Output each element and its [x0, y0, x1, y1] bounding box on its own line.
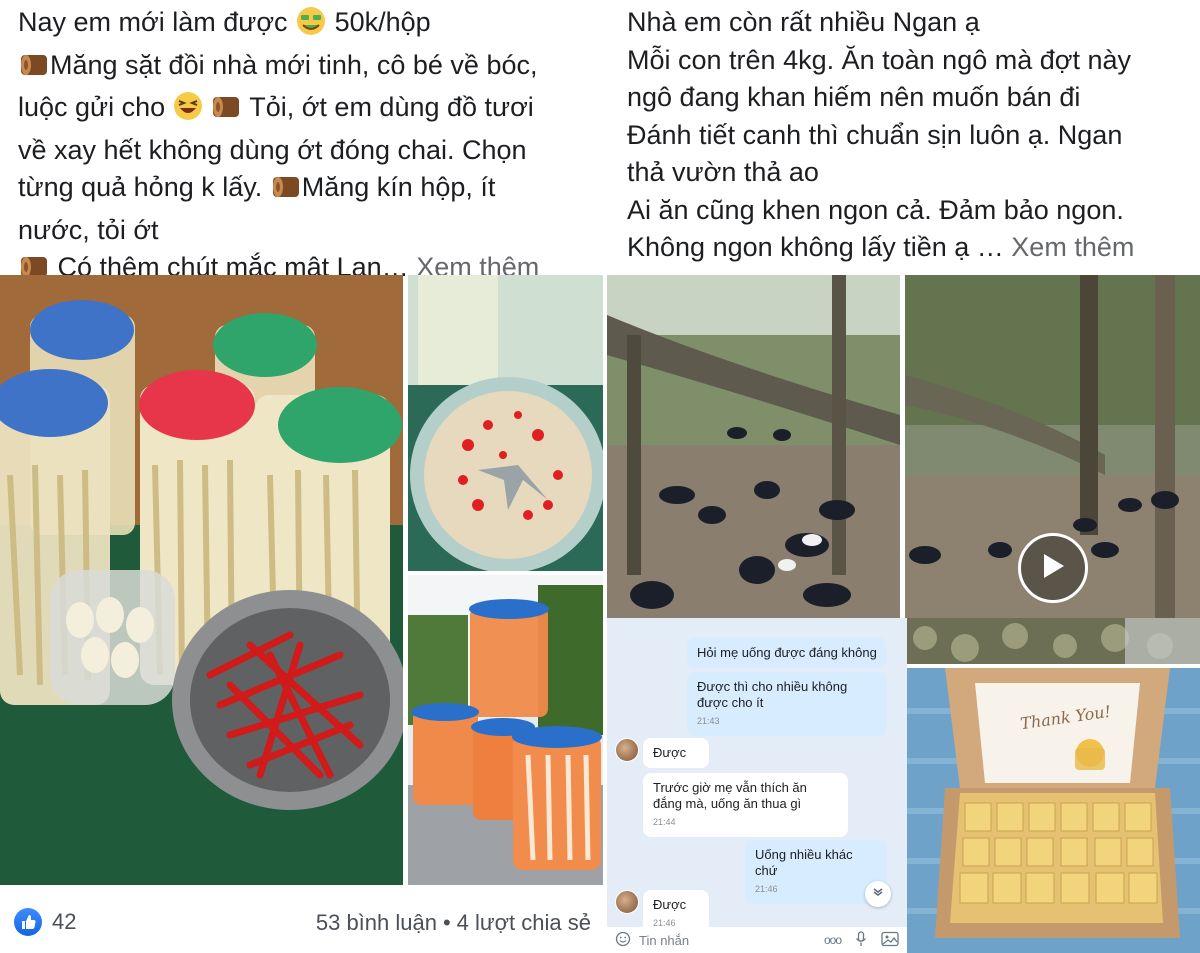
- post-text-line: Không ngon không lấy tiền ạ …: [627, 232, 1004, 262]
- chat-message-text: Được: [653, 745, 687, 760]
- chat-message-text: Được thì cho nhiều không được cho ít: [697, 679, 848, 710]
- photo-bamboo-shoot-jars[interactable]: [408, 575, 603, 885]
- photo-pickle-jars[interactable]: [0, 275, 403, 885]
- photo-ducks-garden[interactable]: [607, 275, 900, 618]
- post-text-line: Mỗi con trên 4kg. Ăn toàn ngô mà đợt này: [627, 44, 1131, 75]
- chat-message-received: Trước giờ mẹ vẫn thích ăn đắng mà, uống …: [643, 773, 848, 837]
- chat-message-text: Được: [653, 897, 687, 912]
- photo-blender-chilli-garlic[interactable]: [408, 275, 603, 571]
- post-text-line: luộc gửi cho: [18, 92, 166, 122]
- right-post: Nhà em còn rất nhiều Ngan ạ Mỗi con trên…: [607, 0, 1200, 953]
- photo-dried-herbs-strip[interactable]: [905, 618, 1200, 664]
- left-post: Nay em mới làm được 50k/hộp Măng sặt đồi…: [0, 0, 603, 953]
- post-text: Nhà em còn rất nhiều Ngan ạ Mỗi con trên…: [627, 4, 1187, 267]
- post-text-line: Đánh tiết canh thì chuẩn sịn luôn ạ. Nga…: [627, 119, 1123, 150]
- chat-message-input[interactable]: Tin nhắn: [639, 933, 824, 948]
- reaction-summary[interactable]: 42: [14, 908, 76, 936]
- wood-log-emoji-icon: [270, 171, 302, 212]
- chat-input-bar[interactable]: Tin nhắn ooo: [607, 927, 907, 953]
- post-text-line: từng quả hỏng k lấy.: [18, 172, 263, 202]
- photo-gift-box[interactable]: Thank You!: [905, 668, 1200, 953]
- post-text-line: Măng kín hộp, ít: [301, 172, 496, 202]
- post-text-line: 50k/hộp: [334, 7, 431, 37]
- shares-count-link[interactable]: 4 lượt chia sẻ: [457, 910, 591, 935]
- money-mouth-emoji-icon: [295, 6, 327, 47]
- chat-message-time: 21:46: [755, 884, 778, 894]
- like-icon: [14, 908, 42, 936]
- post-text-line: Tỏi, ớt em dùng đồ tươi: [249, 92, 534, 122]
- microphone-icon[interactable]: [855, 930, 867, 950]
- post-text-line: Nay em mới làm được: [18, 7, 288, 37]
- avatar: [615, 738, 639, 762]
- laughing-emoji-icon: [173, 91, 203, 132]
- more-options-icon[interactable]: ooo: [824, 933, 842, 947]
- post-text-line: Nhà em còn rất nhiều Ngan ạ: [627, 7, 980, 37]
- chat-message-received: Được: [643, 738, 709, 768]
- chat-message-time: 21:43: [697, 716, 720, 726]
- avatar: [615, 890, 639, 914]
- chat-message-sent: Hỏi mẹ uống được đáng không: [687, 638, 887, 668]
- chat-message-text: Trước giờ mẹ vẫn thích ăn đắng mà, uống …: [653, 780, 807, 811]
- see-more-link[interactable]: Xem thêm: [1011, 232, 1134, 262]
- chat-message-sent: Được thì cho nhiều không được cho ít 21:…: [687, 672, 887, 736]
- chevron-down-icon: [872, 885, 884, 903]
- reaction-count: 42: [52, 909, 77, 934]
- wood-log-emoji-icon: [210, 91, 242, 132]
- chat-message-time: 21:44: [653, 817, 676, 827]
- play-icon: [1040, 552, 1066, 585]
- post-text-line: nước, tỏi ớt: [18, 214, 159, 245]
- scroll-down-button[interactable]: [865, 881, 891, 907]
- emoji-icon[interactable]: [615, 931, 631, 950]
- engagement-stats: 53 bình luận • 4 lượt chia sẻ: [316, 910, 591, 936]
- chat-message-text: Uống nhiều khác chứ: [755, 847, 853, 878]
- chat-message-text: Hỏi mẹ uống được đáng không: [697, 645, 877, 660]
- wood-log-emoji-icon: [18, 49, 50, 90]
- post-text-line: thả vườn thả ao: [627, 157, 819, 187]
- post-text-line: Măng sặt đồi nhà mới tinh, cô bé về bóc,: [50, 49, 538, 80]
- post-text-line: về xay hết không dùng ớt đóng chai. Chọn: [18, 134, 527, 165]
- post-text: Nay em mới làm được 50k/hộp Măng sặt đồi…: [18, 4, 598, 292]
- chat-screenshot[interactable]: Hỏi mẹ uống được đáng không Được thì cho…: [607, 618, 907, 953]
- post-text-line: ngô đang khan hiếm nên muốn bán đi: [627, 82, 1081, 112]
- post-text-line: Ai ăn cũng khen ngon cả. Đảm bảo ngon.: [627, 194, 1124, 225]
- comments-count-link[interactable]: 53 bình luận: [316, 910, 437, 935]
- image-icon[interactable]: [881, 931, 899, 950]
- play-video-button[interactable]: [1018, 533, 1088, 603]
- separator-dot: •: [442, 910, 451, 935]
